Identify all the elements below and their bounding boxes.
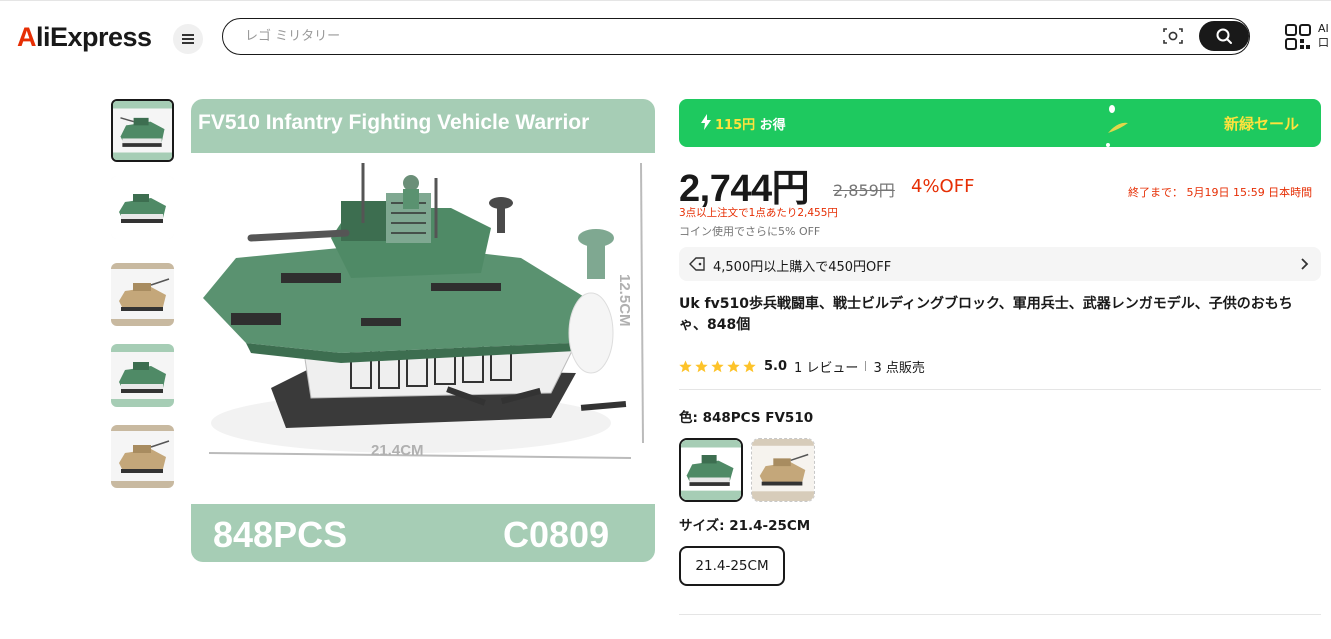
- star-icon: [679, 360, 692, 372]
- image-header-band: FV510 Infantry Fighting Vehicle Warrior: [191, 99, 655, 153]
- aliexpress-logo[interactable]: AliExpress: [17, 22, 152, 53]
- search-button[interactable]: [1199, 21, 1249, 51]
- thumbnail-5[interactable]: [111, 425, 174, 488]
- width-dimension-label: 21.4CM: [371, 442, 424, 459]
- thumbnail-4[interactable]: [111, 344, 174, 407]
- sale-end-time: 終了まで： 5月19日 15:59 日本時間: [1128, 186, 1313, 199]
- size-label: サイズ: 21.4-25CM: [679, 518, 811, 534]
- qr-code-icon[interactable]: [1285, 24, 1311, 50]
- thumbnail-2[interactable]: [111, 176, 174, 239]
- separator: [865, 361, 867, 371]
- tank-green-image: [111, 344, 174, 407]
- discount-badge: 4%OFF: [911, 176, 975, 197]
- color-option-tan[interactable]: [751, 438, 815, 502]
- image-headline: FV510 Infantry Fighting Vehicle Warrior: [198, 111, 590, 134]
- tank-tan-image: [111, 263, 174, 326]
- star-icon: [727, 360, 740, 372]
- size-option-button[interactable]: 21.4-25CM: [679, 546, 785, 586]
- coin-discount-text: コイン使用でさらに5% OFF: [679, 225, 821, 238]
- tank-tan-image: [752, 439, 814, 501]
- coupon-text: 4,500円以上購入で450円OFF: [713, 260, 892, 275]
- product-title: Uk fv510歩兵戦闘車、戦士ビルディングブロック、軍用兵士、武器レンガモデル…: [679, 296, 1293, 333]
- bulk-discount-text: 3点以上注文で1点あたり2,455円: [679, 207, 838, 219]
- tank-green-image: [113, 101, 172, 160]
- model-code-label: C0809: [503, 514, 610, 555]
- main-product-image[interactable]: FV510 Infantry Fighting Vehicle Warrior: [191, 99, 655, 562]
- star-rating: [679, 360, 756, 373]
- piece-count-label: 848PCS: [213, 514, 348, 555]
- color-label: 色: 848PCS FV510: [679, 410, 814, 426]
- menu-button[interactable]: [173, 24, 203, 54]
- star-icon: [695, 360, 708, 372]
- rating-score: 5.0: [764, 358, 788, 374]
- star-icon: [743, 360, 756, 372]
- color-option-green[interactable]: [679, 438, 743, 502]
- tank-green-image: [111, 176, 174, 239]
- divider: [679, 614, 1321, 615]
- sale-banner[interactable]: 115円 お得 新緑セール: [679, 99, 1321, 147]
- tank-tan-image: [111, 425, 174, 488]
- height-dimension-label: 12.5CM: [616, 274, 633, 327]
- search-icon: [1216, 28, 1232, 44]
- search-input[interactable]: [245, 26, 1145, 46]
- current-price: 2,744円: [679, 168, 810, 210]
- savings-text: 115円 お得: [715, 118, 786, 133]
- chevron-right-icon: [1301, 258, 1309, 270]
- sale-event-name: 新緑セール: [1224, 115, 1300, 133]
- coupon-bar[interactable]: 4,500円以上購入で450円OFF: [679, 247, 1321, 281]
- thumbnail-1[interactable]: [111, 99, 174, 162]
- thumbnail-3[interactable]: [111, 263, 174, 326]
- tank-green-image: [681, 440, 741, 500]
- review-count[interactable]: 1 レビュー: [794, 357, 858, 376]
- search-bar: [222, 18, 1250, 55]
- menu-icon: [182, 34, 194, 44]
- original-price: 2,859円: [833, 181, 895, 200]
- lightning-icon: [701, 114, 711, 130]
- camera-search-icon[interactable]: [1163, 27, 1183, 45]
- sold-count: 3 点販売: [873, 360, 925, 376]
- image-footer-band: 848PCS C0809: [191, 504, 655, 562]
- top-border: [0, 0, 1331, 3]
- coupon-tag-icon: [689, 257, 705, 271]
- rating-row[interactable]: 5.0 1 レビュー 3 点販売: [679, 357, 925, 376]
- divider: [679, 389, 1321, 390]
- app-download-label[interactable]: AI 口: [1318, 22, 1331, 50]
- star-icon: [711, 360, 724, 372]
- leaf-icon: [1106, 105, 1128, 147]
